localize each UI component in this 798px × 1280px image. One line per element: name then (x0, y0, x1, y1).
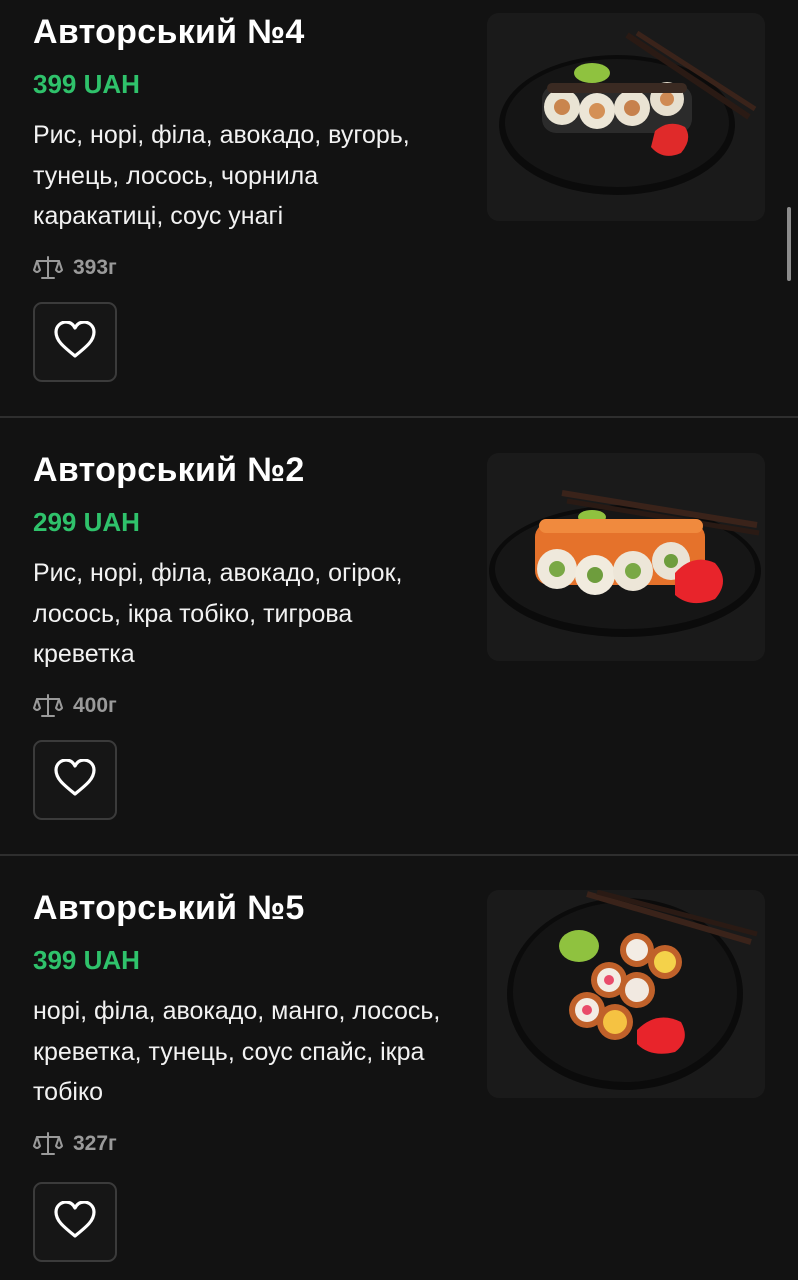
weight-value: 400г (73, 694, 117, 717)
product-weight: 327г (33, 1131, 117, 1157)
product-weight: 393г (33, 255, 117, 281)
product-price: 399 UAH (33, 945, 140, 975)
favorite-button[interactable] (33, 302, 117, 382)
product-description: Рис, норі, філа, авокадо, вугорь, тунець… (33, 121, 410, 230)
scale-icon (33, 255, 63, 281)
product-price: 399 UAH (33, 69, 140, 99)
favorite-button[interactable] (33, 1182, 117, 1262)
product-price: 299 UAH (33, 507, 140, 537)
product-image[interactable] (487, 13, 765, 221)
sushi-roll-image (487, 890, 765, 1098)
divider (0, 854, 798, 856)
favorite-button[interactable] (33, 740, 117, 820)
heart-icon (54, 757, 96, 802)
scale-icon (33, 693, 63, 719)
product-description: Рис, норі, філа, авокадо, огірок, лосось… (33, 559, 403, 668)
product-list: Авторський №4 399 UAH Рис, норі, філа, а… (0, 0, 798, 1280)
heart-icon (54, 319, 96, 364)
product-card[interactable]: Авторський №5 399 UAH норі, філа, авокад… (0, 876, 798, 1280)
weight-value: 327г (73, 1132, 117, 1155)
product-title: Авторський №4 (33, 13, 305, 51)
sushi-roll-image (487, 13, 765, 221)
weight-value: 393г (73, 256, 117, 279)
divider (0, 416, 798, 418)
product-image[interactable] (487, 453, 765, 661)
product-weight: 400г (33, 693, 117, 719)
scrollbar[interactable] (787, 207, 791, 281)
sushi-roll-image (487, 453, 765, 661)
product-title: Авторський №5 (33, 889, 305, 927)
product-card[interactable]: Авторський №4 399 UAH Рис, норі, філа, а… (0, 0, 798, 438)
scale-icon (33, 1131, 63, 1157)
heart-icon (54, 1199, 96, 1244)
product-image[interactable] (487, 890, 765, 1098)
product-description: норі, філа, авокадо, манго, лосось, крев… (33, 997, 441, 1106)
product-title: Авторський №2 (33, 451, 305, 489)
product-card[interactable]: Авторський №2 299 UAH Рис, норі, філа, а… (0, 438, 798, 876)
